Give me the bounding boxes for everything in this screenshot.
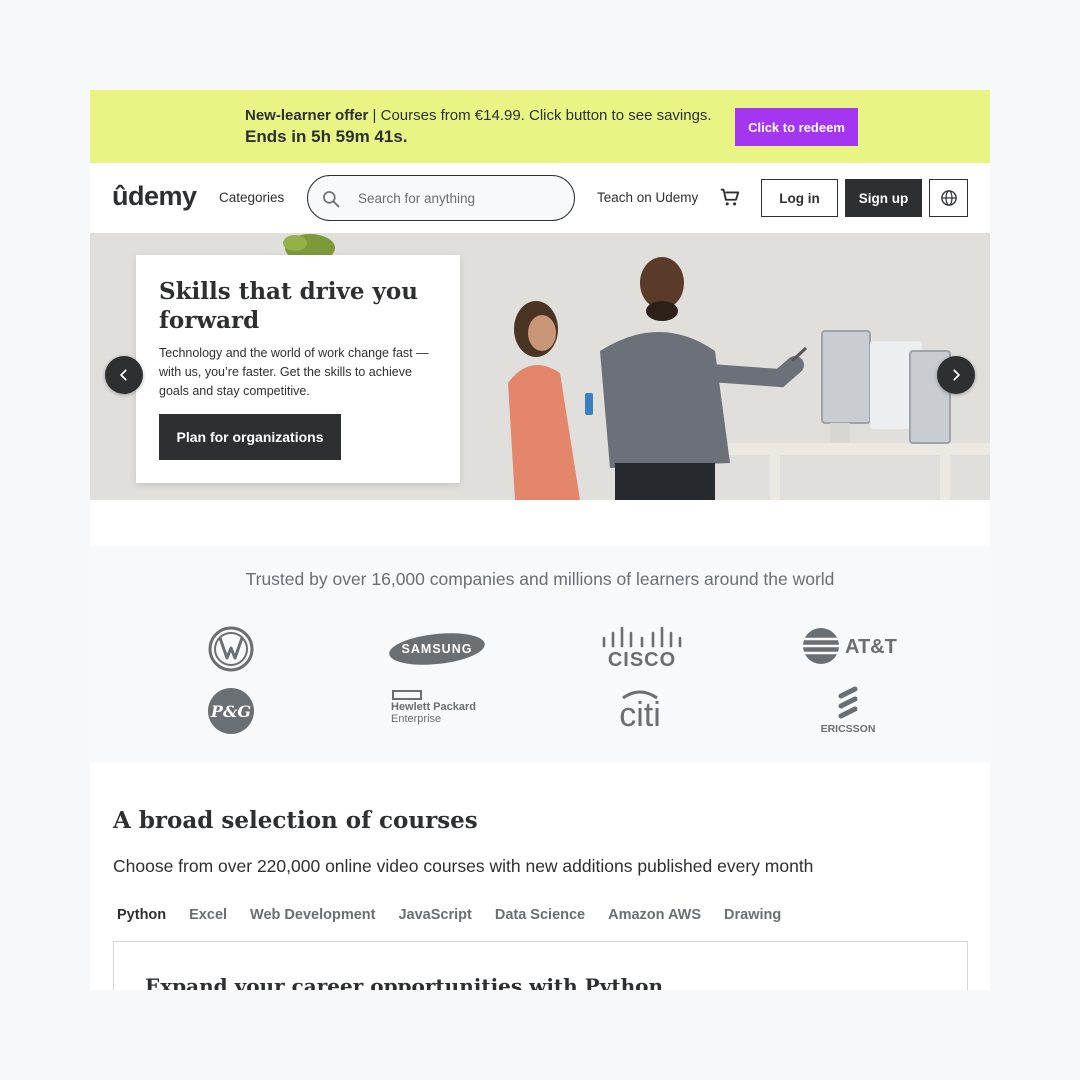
- promo-label: New-learner offer: [245, 107, 369, 124]
- chevron-left-icon: [120, 369, 127, 381]
- promo-countdown: Ends in 5h 59m 41s.: [245, 127, 408, 146]
- search-icon[interactable]: [321, 189, 341, 209]
- samsung-logo-text: SAMSUNG: [402, 642, 473, 656]
- login-button[interactable]: Log in: [761, 179, 838, 217]
- hero-card: Skills that drive you forward Technology…: [136, 255, 460, 483]
- courses-subtitle: Choose from over 220,000 online video co…: [113, 856, 814, 876]
- promo-description: | Courses from €14.99. Click button to s…: [368, 107, 712, 124]
- teach-link[interactable]: Teach on Udemy: [597, 190, 698, 205]
- hero-text: Technology and the world of work change …: [159, 346, 429, 398]
- udemy-logo[interactable]: ûdemy: [112, 181, 197, 213]
- tab-data-science[interactable]: Data Science: [495, 907, 585, 931]
- trusted-title: Trusted by over 16,000 companies and mil…: [245, 569, 835, 589]
- carousel-next-button[interactable]: [937, 356, 975, 394]
- tab-javascript[interactable]: JavaScript: [398, 907, 471, 931]
- globe-icon: [940, 190, 957, 206]
- course-tabs: Python Excel Web Development JavaScript …: [113, 907, 804, 931]
- cisco-logo-text: CISCO: [608, 649, 676, 668]
- tab-excel[interactable]: Excel: [189, 907, 227, 931]
- tab-python[interactable]: Python: [117, 907, 166, 931]
- course-panel: Expand your career opportunities with Py…: [113, 941, 968, 990]
- ericsson-logo: ERICSSON: [813, 684, 883, 736]
- ericsson-logo-text: ERICSSON: [821, 723, 876, 735]
- att-logo-text: AT&T: [845, 636, 897, 658]
- categories-menu[interactable]: Categories: [219, 190, 284, 205]
- promo-text: New-learner offer | Courses from €14.99.…: [245, 106, 712, 126]
- language-button[interactable]: [929, 179, 968, 217]
- trusted-section: Trusted by over 16,000 companies and mil…: [90, 546, 990, 763]
- citi-logo: citi: [608, 686, 672, 730]
- signup-button[interactable]: Sign up: [845, 179, 922, 217]
- cart-icon[interactable]: [719, 186, 741, 208]
- promo-banner: New-learner offer | Courses from €14.99.…: [90, 90, 990, 163]
- chevron-right-icon: [953, 369, 960, 381]
- citi-logo-text: citi: [619, 696, 661, 730]
- pg-logo-text: P&G: [210, 702, 251, 721]
- site-header: ûdemy Categories Teach on Udemy Log in S…: [90, 163, 990, 233]
- tab-amazon-aws[interactable]: Amazon AWS: [608, 907, 701, 931]
- pg-logo: P&G: [207, 687, 255, 735]
- hero-banner: Skills that drive you forward Technology…: [90, 233, 990, 500]
- hpe-logo: Hewlett Packard Enterprise: [391, 690, 486, 730]
- page-frame: New-learner offer | Courses from €14.99.…: [90, 90, 990, 990]
- tab-web-development[interactable]: Web Development: [250, 907, 375, 931]
- hero-title: Skills that drive you forward: [159, 278, 418, 334]
- samsung-logo: SAMSUNG: [387, 630, 487, 668]
- att-logo: AT&T: [800, 626, 900, 666]
- plan-organizations-button[interactable]: Plan for organizations: [159, 414, 341, 460]
- courses-title: A broad selection of courses: [113, 807, 478, 834]
- volkswagen-logo: [207, 626, 255, 672]
- search-bar[interactable]: [307, 175, 575, 221]
- redeem-button[interactable]: Click to redeem: [735, 108, 858, 146]
- search-input[interactable]: [358, 188, 558, 208]
- tab-drawing[interactable]: Drawing: [724, 907, 781, 931]
- carousel-prev-button[interactable]: [105, 356, 143, 394]
- cisco-logo: CISCO: [598, 626, 686, 668]
- course-panel-title: Expand your career opportunities with Py…: [145, 974, 663, 990]
- logo-text: ûdemy: [112, 181, 197, 211]
